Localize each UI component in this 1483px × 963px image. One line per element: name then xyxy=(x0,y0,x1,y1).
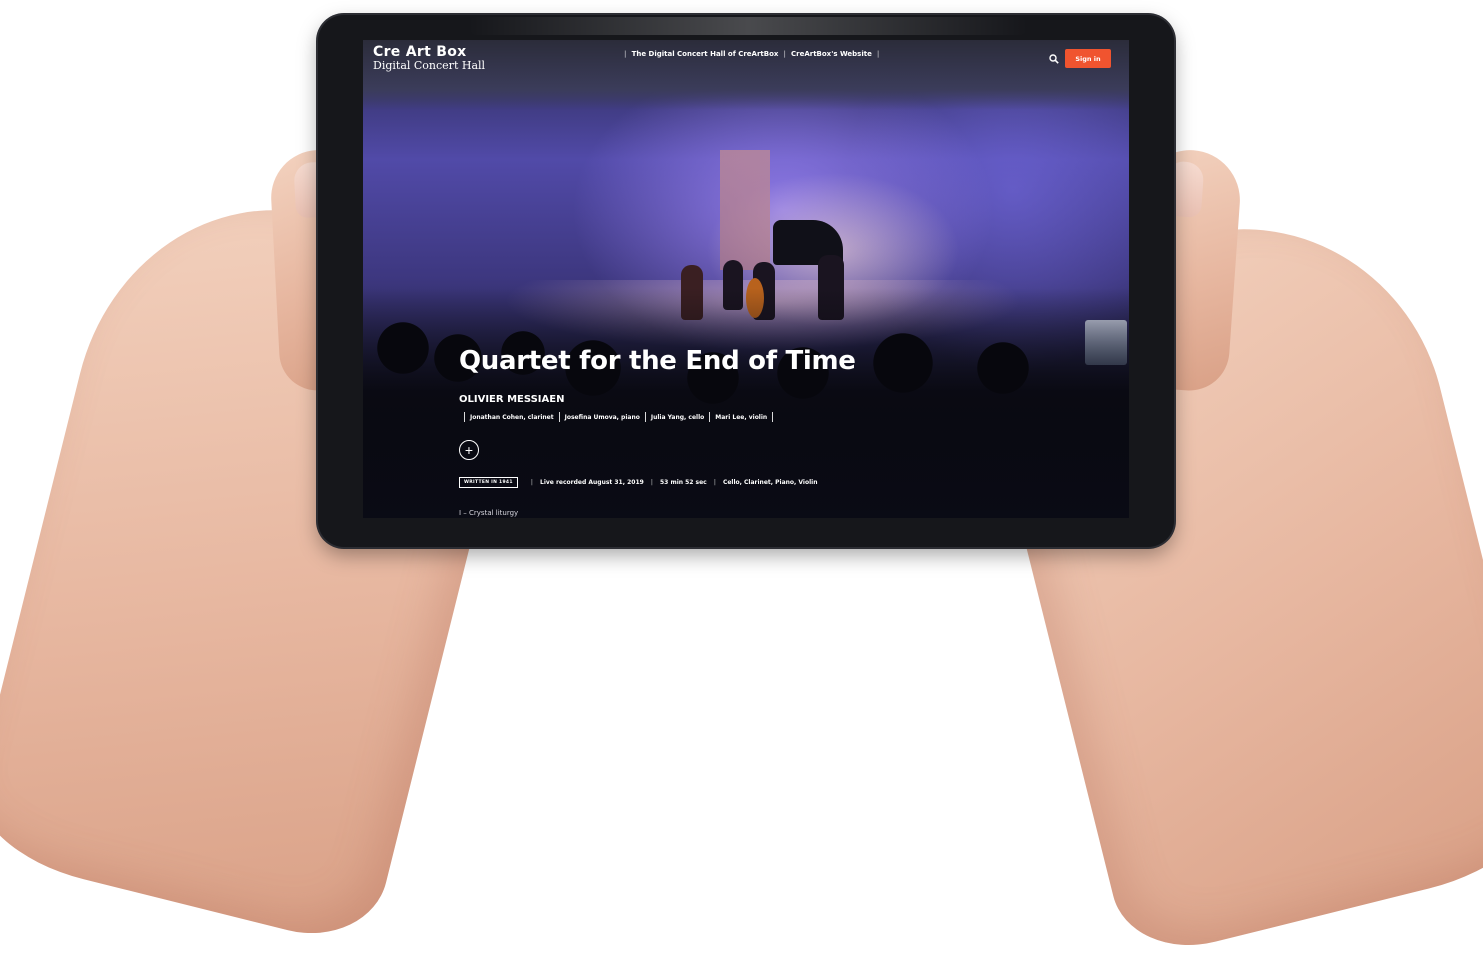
site-logo[interactable]: Cre Art Box Digital Concert Hall xyxy=(373,45,485,71)
program-meta: WRITTEN IN 1941 | Live recorded August 3… xyxy=(459,477,818,488)
performer-item[interactable]: Jonathan Cohen, clarinet xyxy=(470,414,554,421)
year-tag: WRITTEN IN 1941 xyxy=(459,477,518,488)
top-bar: Cre Art Box Digital Concert Hall | The D… xyxy=(363,40,1129,80)
tablet-screen: Cre Art Box Digital Concert Hall | The D… xyxy=(363,40,1129,518)
search-icon[interactable] xyxy=(1049,54,1059,64)
nav-link-website[interactable]: CreArtBox's Website xyxy=(791,50,872,58)
performer-separator xyxy=(709,412,711,422)
instruments: Cello, Clarinet, Piano, Violin xyxy=(722,479,818,486)
meta-separator: | xyxy=(713,479,716,486)
tablet-glare xyxy=(468,17,1028,35)
performer-separator xyxy=(644,412,646,422)
composer-name[interactable]: OLIVIER MESSIAEN xyxy=(459,394,564,405)
hero-backdrop xyxy=(720,150,770,270)
logo-line-2: Digital Concert Hall xyxy=(373,59,486,72)
plus-icon: + xyxy=(464,442,474,458)
recorded-date: Live recorded August 31, 2019 xyxy=(540,479,644,486)
meta-separator: | xyxy=(650,479,653,486)
movement-item[interactable]: I – Crystal liturgy xyxy=(459,509,518,517)
performer-separator xyxy=(464,412,465,422)
program-title: Quartet for the End of Time xyxy=(459,346,856,376)
meta-separator: | xyxy=(530,479,533,486)
nav-link-concert-hall[interactable]: The Digital Concert Hall of CreArtBox xyxy=(632,50,779,58)
performer-list: Jonathan Cohen, clarinet Josefina Umova,… xyxy=(459,412,778,422)
sign-in-button[interactable]: Sign in xyxy=(1065,49,1111,68)
nav-separator: | xyxy=(783,50,786,58)
tablet-device: Cre Art Box Digital Concert Hall | The D… xyxy=(318,15,1174,547)
performer-separator xyxy=(558,412,560,422)
top-nav: | The Digital Concert Hall of CreArtBox … xyxy=(619,50,884,58)
performer-separator xyxy=(772,412,774,422)
performer-item[interactable]: Josefina Umova, piano xyxy=(565,414,640,421)
performer-item[interactable]: Julia Yang, cello xyxy=(651,414,704,421)
logo-line-1: Cre Art Box xyxy=(373,44,467,60)
nav-separator: | xyxy=(624,50,627,58)
performer-item[interactable]: Mari Lee, violin xyxy=(715,414,767,421)
duration: 53 min 52 sec xyxy=(660,479,707,486)
nav-separator: | xyxy=(876,50,880,58)
add-to-list-button[interactable]: + xyxy=(459,440,479,460)
